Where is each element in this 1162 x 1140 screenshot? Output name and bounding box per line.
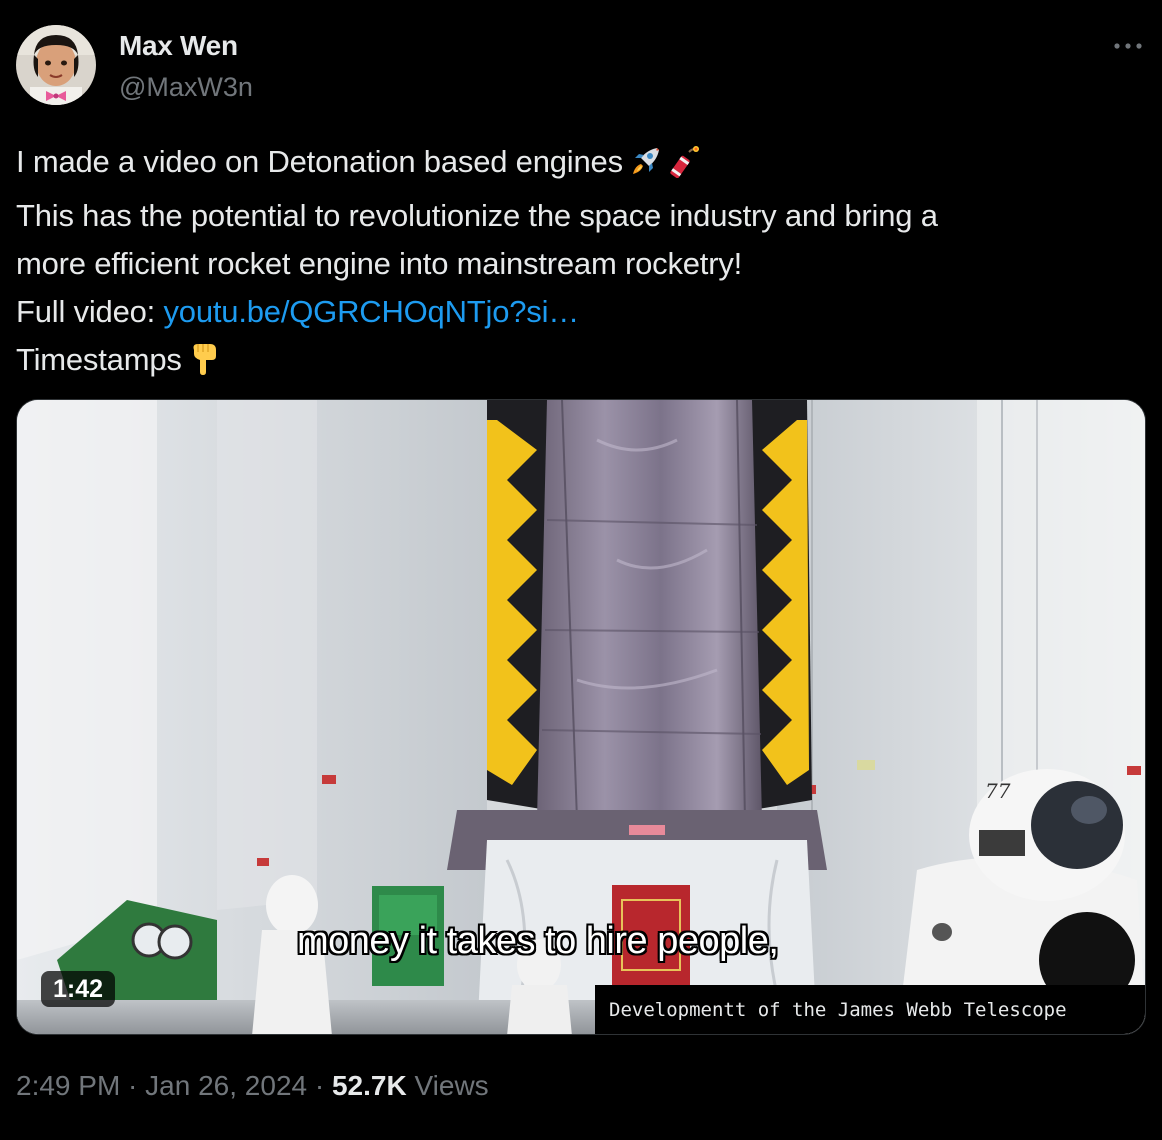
tweet-text: I made a video on Detonation based engin…	[16, 138, 1136, 390]
tweet-line-1-text: I made a video on Detonation based engin…	[16, 144, 623, 179]
tweet-meta: 2:49 PM · Jan 26, 2024 · 52.7K Views	[16, 1070, 489, 1102]
video-subtitle: money it takes to hire people,	[297, 920, 779, 962]
video-duration-badge: 1:42	[41, 971, 116, 1007]
video-player[interactable]: 77 money it takes to hire people, Develo…	[16, 399, 1146, 1035]
tweet-line-2: This has the potential to revolutionize …	[16, 198, 938, 233]
author-handle[interactable]: @MaxW3n	[119, 72, 253, 103]
avatar-image	[16, 25, 96, 105]
full-video-label: Full video:	[16, 294, 164, 329]
tweet-date[interactable]: Jan 26, 2024	[145, 1070, 307, 1101]
youtube-link[interactable]: youtu.be/QGRCHOqNTjo?si…	[164, 294, 580, 329]
tweet-time[interactable]: 2:49 PM	[16, 1070, 120, 1101]
meta-separator: ·	[307, 1070, 332, 1101]
tweet-card: Max Wen @MaxW3n I made a video on Detona…	[0, 0, 1162, 1140]
pointing-down-emoji	[188, 340, 222, 390]
tweet-line-1: I made a video on Detonation based engin…	[16, 138, 1136, 192]
views-label: Views	[406, 1070, 489, 1101]
timestamps-label: Timestamps	[16, 342, 182, 377]
tweet-line-4: Full video: youtu.be/QGRCHOqNTjo?si…	[16, 288, 1136, 336]
views-count: 52.7K	[331, 1070, 407, 1101]
author-avatar[interactable]	[16, 25, 96, 105]
helmet-number: 77	[985, 779, 1011, 803]
tweet-line-3: more efficient rocket engine into mainst…	[16, 246, 743, 281]
tweet-line-5: Timestamps	[16, 336, 1136, 390]
video-caption: Developmentt of the James Webb Telescope	[595, 985, 1145, 1034]
author-name[interactable]: Max Wen	[119, 30, 238, 62]
more-options-button[interactable]	[1108, 34, 1148, 58]
meta-separator: ·	[120, 1070, 146, 1101]
firecracker-emoji	[669, 144, 703, 192]
ellipsis-icon	[1114, 43, 1142, 49]
rocket-emoji	[629, 144, 663, 192]
